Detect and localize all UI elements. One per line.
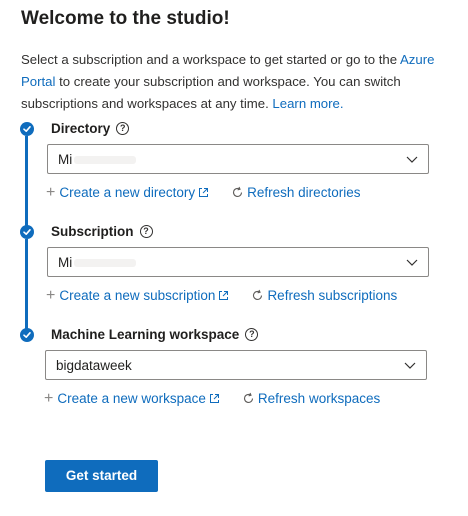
intro-text-before: Select a subscription and a workspace to… [21, 52, 400, 67]
subscription-value: Mi [58, 255, 73, 270]
step-3-checkmark-icon [20, 328, 34, 342]
refresh-directories-label: Refresh directories [247, 185, 361, 200]
subscription-label: Subscription [51, 224, 134, 239]
directory-actions: + Create a new directory Refresh directo… [46, 183, 360, 201]
plus-icon: + [46, 286, 56, 304]
help-icon[interactable]: ? [139, 225, 153, 238]
workspace-actions: + Create a new workspace Refresh workspa… [44, 389, 380, 407]
directory-label: Directory [51, 121, 111, 136]
create-workspace-label: Create a new workspace [57, 391, 206, 406]
chevron-down-icon [406, 156, 418, 163]
create-directory-link[interactable]: + Create a new directory [46, 183, 209, 201]
workspace-label: Machine Learning workspace [51, 327, 240, 342]
create-workspace-link[interactable]: + Create a new workspace [44, 389, 220, 407]
step-1-checkmark-icon [20, 122, 34, 136]
plus-icon: + [46, 183, 56, 201]
redacted-text [74, 259, 136, 267]
subscription-dropdown[interactable]: Mi [47, 247, 429, 277]
help-icon[interactable]: ? [245, 328, 259, 341]
workspace-value: bigdataweek [56, 358, 132, 373]
refresh-icon [253, 289, 263, 301]
subscription-title: Subscription ? [51, 224, 153, 239]
learn-more-link[interactable]: Learn more. [272, 96, 343, 111]
step-2-checkmark-icon [20, 225, 34, 239]
refresh-icon [243, 392, 253, 404]
refresh-subscriptions-label: Refresh subscriptions [267, 288, 398, 303]
refresh-subscriptions-link[interactable]: Refresh subscriptions [251, 288, 397, 303]
directory-title: Directory ? [51, 121, 130, 136]
chevron-down-icon [404, 362, 416, 369]
redacted-text [74, 156, 136, 164]
chevron-down-icon [406, 259, 418, 266]
workspace-dropdown[interactable]: bigdataweek [45, 350, 427, 380]
open-external-icon [219, 291, 229, 300]
get-started-button[interactable]: Get started [45, 460, 158, 492]
create-subscription-link[interactable]: + Create a new subscription [46, 286, 229, 304]
plus-icon: + [44, 389, 54, 407]
refresh-workspaces-link[interactable]: Refresh workspaces [242, 391, 380, 406]
open-external-icon [199, 188, 209, 197]
refresh-workspaces-label: Refresh workspaces [257, 391, 381, 406]
subscription-actions: + Create a new subscription Refresh subs… [46, 286, 397, 304]
open-external-icon [209, 394, 219, 403]
directory-dropdown[interactable]: Mi [47, 144, 429, 174]
help-icon[interactable]: ? [116, 122, 130, 135]
workspace-title: Machine Learning workspace ? [51, 327, 259, 342]
studio-welcome-page: Welcome to the studio! Select a subscrip… [0, 0, 468, 516]
page-title: Welcome to the studio! [21, 8, 230, 29]
directory-value: Mi [58, 152, 73, 167]
create-directory-label: Create a new directory [59, 185, 196, 200]
intro-text: Select a subscription and a workspace to… [21, 49, 441, 115]
create-subscription-label: Create a new subscription [59, 288, 216, 303]
refresh-icon [233, 186, 243, 198]
refresh-directories-link[interactable]: Refresh directories [231, 185, 360, 200]
intro-text-after: to create your subscription and workspac… [21, 74, 401, 111]
step-rail-1 [25, 136, 28, 230]
step-rail-2 [25, 239, 28, 334]
